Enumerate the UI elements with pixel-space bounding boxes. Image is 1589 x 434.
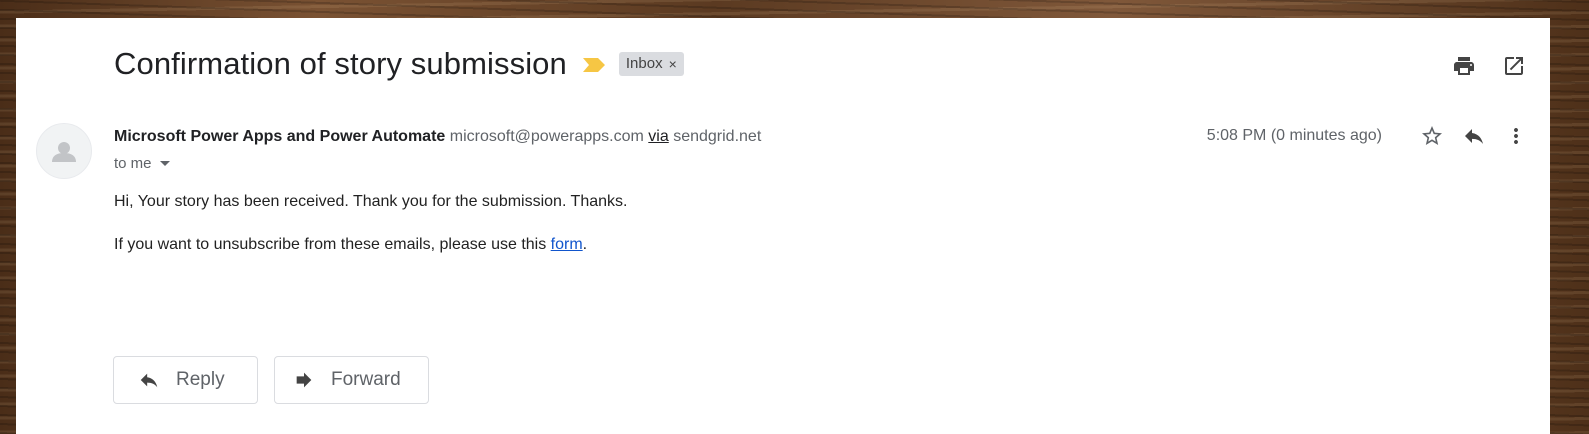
print-icon[interactable] bbox=[1452, 54, 1476, 78]
label-chip-inbox[interactable]: Inbox × bbox=[618, 52, 684, 76]
star-icon[interactable] bbox=[1418, 122, 1446, 150]
forward-button[interactable]: Forward bbox=[274, 356, 429, 404]
subject-row: Confirmation of story submission Inbox × bbox=[114, 46, 684, 82]
reply-button[interactable]: Reply bbox=[113, 356, 258, 404]
message-time: 5:08 PM (0 minutes ago) bbox=[1206, 127, 1382, 144]
caret-down-icon bbox=[159, 161, 170, 166]
body-paragraph-2: If you want to unsubscribe from these em… bbox=[114, 236, 587, 254]
body-text-suffix: . bbox=[582, 236, 588, 253]
message-meta: 5:08 PM (0 minutes ago) bbox=[1207, 122, 1530, 150]
email-subject: Confirmation of story submission bbox=[114, 46, 567, 81]
forward-button-label: Forward bbox=[331, 369, 401, 390]
reply-button-label: Reply bbox=[176, 369, 225, 390]
body-paragraph-1: Hi, Your story has been received. Thank … bbox=[114, 193, 628, 210]
body-text-prefix: If you want to unsubscribe from these em… bbox=[114, 236, 551, 253]
recipient-text: to me bbox=[114, 155, 152, 172]
open-in-new-window-icon[interactable] bbox=[1502, 54, 1526, 78]
person-icon bbox=[52, 142, 76, 162]
via-domain: sendgrid.net bbox=[673, 128, 762, 145]
avatar bbox=[36, 123, 92, 179]
recipient-dropdown[interactable]: to me bbox=[114, 155, 170, 172]
sender-email: microsoft@powerapps.com bbox=[449, 128, 644, 145]
top-actions bbox=[1452, 54, 1526, 78]
reply-icon bbox=[140, 373, 158, 388]
via-link[interactable]: via bbox=[648, 128, 668, 145]
reply-icon[interactable] bbox=[1460, 122, 1488, 150]
remove-label-icon[interactable]: × bbox=[669, 56, 677, 72]
sender-line: Microsoft Power Apps and Power Automate … bbox=[114, 128, 761, 146]
email-card: Confirmation of story submission Inbox ×… bbox=[16, 18, 1550, 434]
forward-icon bbox=[296, 372, 312, 388]
sender-name[interactable]: Microsoft Power Apps and Power Automate bbox=[114, 128, 445, 145]
unsubscribe-form-link[interactable]: form bbox=[551, 236, 583, 253]
label-chip-text: Inbox bbox=[625, 55, 663, 72]
importance-marker-icon[interactable] bbox=[582, 58, 605, 72]
more-vert-icon[interactable] bbox=[1502, 122, 1530, 150]
